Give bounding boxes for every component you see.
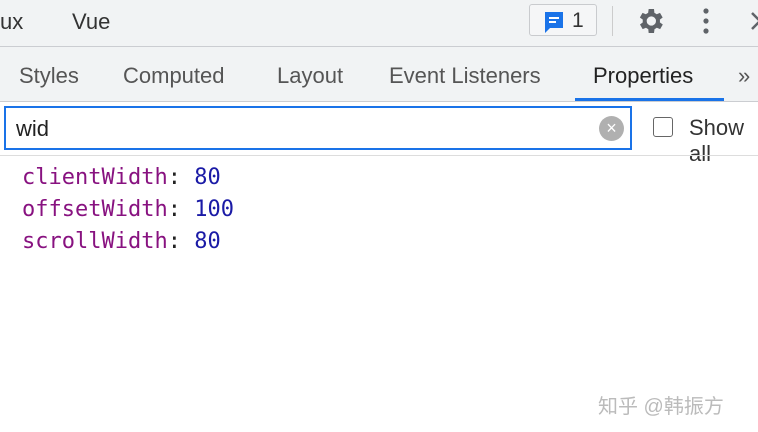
property-value: 100 [194,197,234,222]
divider [0,155,758,156]
close-icon[interactable] [750,11,758,31]
tab-computed[interactable]: Computed [123,63,225,89]
tab-styles[interactable]: Styles [19,63,79,89]
sidebar-tabs: Styles Computed Layout Event Listeners P… [0,47,758,102]
property-key: clientWidth [22,165,168,190]
filter-field[interactable]: × [4,106,632,150]
show-all-checkbox[interactable] [653,117,673,137]
property-value: 80 [194,165,221,190]
tab-event-listeners[interactable]: Event Listeners [389,63,541,89]
tab-redux[interactable]: ux [0,9,23,35]
issues-button[interactable]: 1 [529,4,597,36]
clear-icon[interactable]: × [599,116,624,141]
tab-vue[interactable]: Vue [72,9,110,35]
divider [612,6,613,36]
message-icon [545,12,563,33]
properties-list: clientWidth: 80 offsetWidth: 100 scrollW… [22,162,234,258]
property-row[interactable]: offsetWidth: 100 [22,194,234,226]
drawer-toolbar: ux Vue 1 [0,0,758,47]
property-value: 80 [194,229,221,254]
watermark: 知乎 @韩振方 [598,396,724,418]
property-key: scrollWidth [22,229,168,254]
tab-properties[interactable]: Properties [593,63,693,89]
filter-input[interactable] [14,115,578,143]
property-key: offsetWidth [22,197,168,222]
show-all-label: Show all [689,115,745,166]
tab-layout[interactable]: Layout [277,63,343,89]
issues-count: 1 [572,9,584,32]
property-row[interactable]: clientWidth: 80 [22,162,234,194]
more-vertical-icon[interactable] [696,6,716,36]
property-row[interactable]: scrollWidth: 80 [22,226,234,258]
gear-icon[interactable] [634,5,666,37]
more-tabs-button[interactable]: » [738,63,750,89]
active-tab-indicator [575,98,724,101]
